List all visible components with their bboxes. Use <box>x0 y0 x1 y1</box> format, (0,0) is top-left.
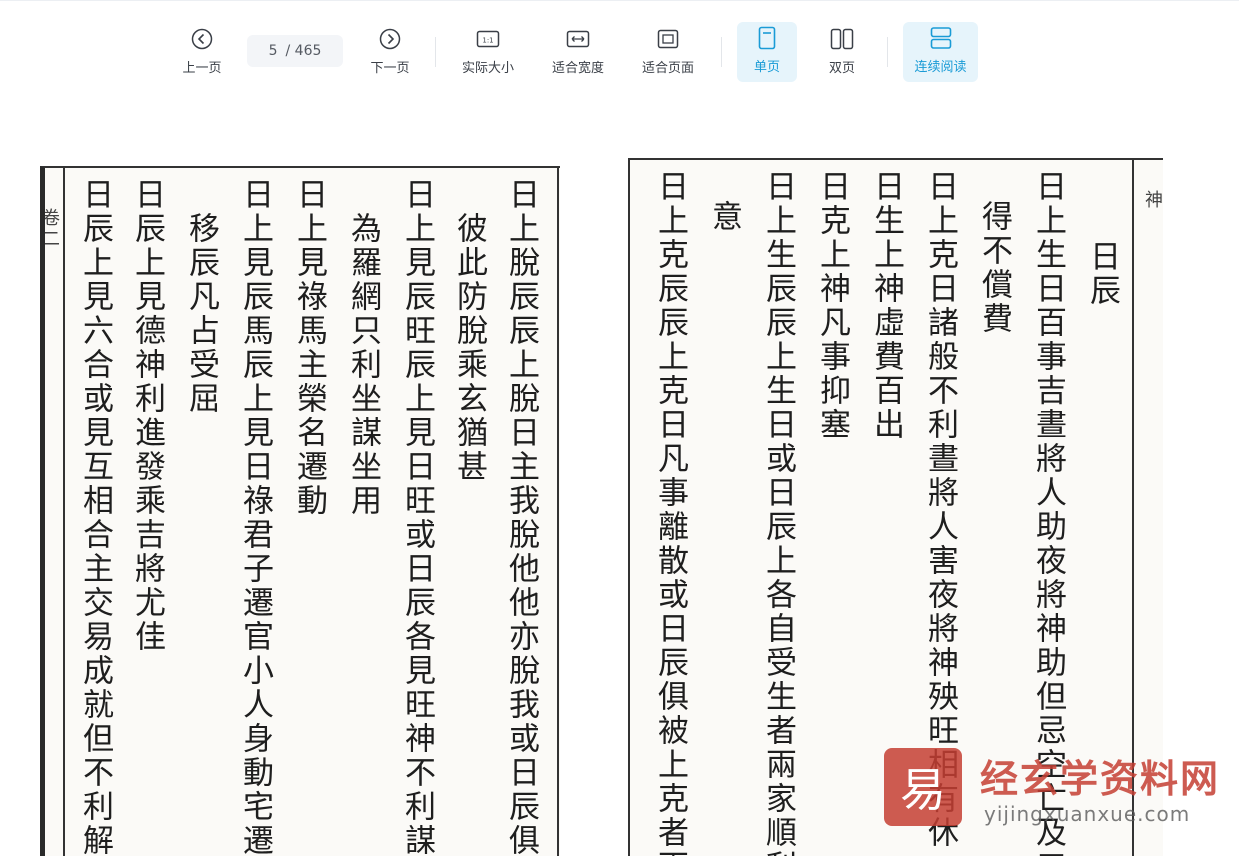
fit-width-button[interactable]: 适合宽度 <box>542 23 614 81</box>
fit-width-icon <box>566 27 590 51</box>
text-column: 日上克辰辰上克日凡事離散或日辰俱被上克者兩 <box>652 170 688 856</box>
single-page-label: 单页 <box>753 60 780 75</box>
document-viewer[interactable]: 卷二 日上脫辰辰上脫日主我脫他他亦脫我或日辰俱被 彼此防脫乘玄猶甚 日上見辰旺辰… <box>0 88 1239 856</box>
text-column: 日上脫辰辰上脫日主我脫他他亦脫我或日辰俱被 <box>503 178 539 856</box>
text-column: 日克上神凡事抑塞 <box>814 170 850 442</box>
continuous-reading-button[interactable]: 连续阅读 <box>903 22 978 82</box>
page-border-line <box>557 168 559 856</box>
actual-size-icon-text: 1:1 <box>482 37 493 45</box>
next-page-label: 下一页 <box>370 61 410 76</box>
pdf-toolbar: 上一页 5 / 465 下一页 1:1 实际大小 适合宽度 适合页面 单页 双页… <box>0 0 1239 88</box>
text-column: 得不償費 <box>976 200 1012 336</box>
text-column: 日辰上見德神利進發乘吉將尤佳 <box>129 178 165 654</box>
next-page-button[interactable]: 下一页 <box>360 23 420 81</box>
text-column: 意 <box>706 200 742 234</box>
fit-width-label: 适合宽度 <box>551 61 604 76</box>
text-column: 彼此防脫乘玄猶甚 <box>451 212 487 484</box>
margin-text: 卷二 <box>40 208 60 250</box>
current-page-input[interactable]: 5 <box>269 43 278 59</box>
total-pages: / 465 <box>285 43 322 59</box>
actual-size-button[interactable]: 1:1 实际大小 <box>452 23 524 81</box>
fit-page-button[interactable]: 适合页面 <box>632 23 704 81</box>
watermark-logo-glyph: 易 <box>900 763 946 817</box>
scanned-page-left: 卷二 日上脫辰辰上脫日主我脫他他亦脫我或日辰俱被 彼此防脫乘玄猶甚 日上見辰旺辰… <box>40 166 560 856</box>
page-border-line <box>63 168 65 856</box>
text-column: 為羅網只利坐謀坐用 <box>345 212 381 518</box>
actual-size-label: 实际大小 <box>461 61 514 76</box>
prev-page-button[interactable]: 上一页 <box>172 23 232 81</box>
text-column: 日上生辰辰上生日或日辰上各自受生者兩家順利 <box>760 170 796 856</box>
chevron-left-circle-icon <box>190 27 214 51</box>
continuous-reading-label: 连续阅读 <box>914 60 967 75</box>
fit-page-label: 适合页面 <box>641 61 694 76</box>
page-number-box[interactable]: 5 / 465 <box>247 35 343 67</box>
watermark-logo: 易 <box>884 748 962 826</box>
double-page-label: 双页 <box>828 61 855 76</box>
margin-text: 神 <box>1142 190 1163 211</box>
text-column: 日辰上見六合或見互相合主交易成就但不利解散 <box>77 178 113 856</box>
single-page-icon <box>755 26 779 50</box>
toolbar-divider <box>887 37 888 67</box>
prev-page-label: 上一页 <box>182 61 222 76</box>
toolbar-divider <box>721 37 722 67</box>
single-page-button[interactable]: 单页 <box>737 22 797 82</box>
text-column: 日上見辰旺辰上見日旺或日辰各見旺神不利謀動 <box>399 178 435 856</box>
double-page-button[interactable]: 双页 <box>812 23 872 81</box>
double-page-icon <box>830 27 854 51</box>
fit-page-icon <box>656 27 680 51</box>
text-column: 日生上神虛費百出 <box>868 170 904 442</box>
text-column: 日上見辰馬辰上見日祿君子遷官小人身動宅遷右 <box>237 178 273 856</box>
text-column: 日辰 <box>1084 240 1120 308</box>
toolbar-divider <box>435 37 436 67</box>
text-column: 移辰凡占受屈 <box>183 212 219 416</box>
actual-size-icon: 1:1 <box>476 27 500 51</box>
chevron-right-circle-icon <box>378 27 402 51</box>
watermark-title: 经玄学资料网 <box>980 757 1221 801</box>
continuous-reading-icon <box>929 26 953 50</box>
site-watermark: 易 经玄学资料网 yijingxuanxue.com <box>884 748 1218 838</box>
watermark-url: yijingxuanxue.com <box>984 802 1191 826</box>
text-column: 日上見祿馬主榮名遷動 <box>291 178 327 518</box>
